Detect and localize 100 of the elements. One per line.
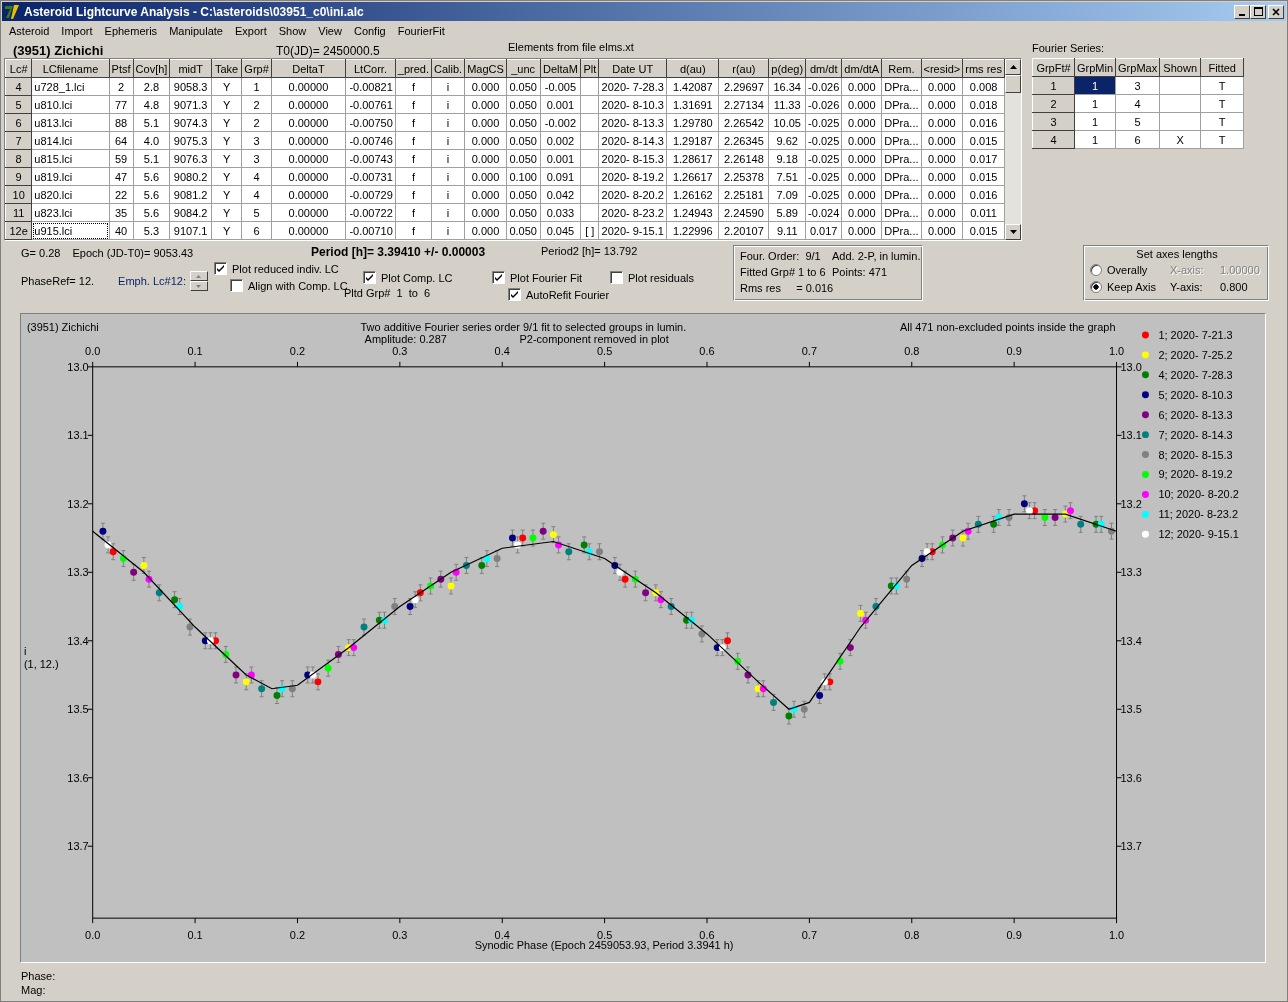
column-header[interactable]: <resid> <box>921 59 963 78</box>
point <box>1026 507 1034 515</box>
table-cell: 2020- 7-28.3 <box>598 77 667 96</box>
minimize-button[interactable] <box>1234 4 1250 19</box>
minimize-icon <box>1239 13 1245 16</box>
table-cell: 16.34 <box>768 77 806 96</box>
period-value: Period [h]= 3.39410 +/- 0.00003 <box>311 245 487 261</box>
column-header[interactable]: GrpMin <box>1074 58 1116 77</box>
fit-info-text: Four. Order: 9/1 <box>740 250 822 264</box>
column-header[interactable]: Date UT <box>598 59 667 78</box>
x-tick-label: 0.5 <box>597 929 613 942</box>
column-header[interactable]: Rem. <box>881 59 921 78</box>
table-cell: -0.025 <box>805 149 842 168</box>
menu-item[interactable]: Asteroid <box>3 23 56 39</box>
column-header[interactable]: Ptsf <box>109 59 133 78</box>
menu-item[interactable]: Ephemeris <box>98 23 164 39</box>
table-cell: 0.000 <box>921 113 963 132</box>
column-header[interactable]: Cov[h] <box>133 59 170 78</box>
menu-item[interactable]: Show <box>272 23 313 39</box>
column-header[interactable]: Fitted <box>1200 58 1244 77</box>
radio-indicator[interactable] <box>1090 264 1102 276</box>
data-point <box>667 598 675 615</box>
column-header[interactable]: rms res <box>962 59 1005 78</box>
table-cell[interactable]: 1 <box>1074 94 1116 113</box>
column-header[interactable]: MagCS <box>464 59 507 78</box>
table-cell: 1.42087 <box>666 77 719 96</box>
radio-button[interactable]: Overally <box>1090 262 1170 278</box>
scroll-up-icon[interactable] <box>1005 59 1021 75</box>
checkbox[interactable]: Plot residuals <box>610 270 695 285</box>
point <box>1041 514 1049 521</box>
column-header[interactable]: GrpFt# <box>1032 58 1075 77</box>
radio-button[interactable]: Keep Axis <box>1090 279 1170 295</box>
table-cell[interactable]: 1 <box>1074 112 1116 131</box>
point <box>539 527 547 535</box>
data-point <box>119 550 127 568</box>
column-header[interactable]: LtCorr. <box>345 59 396 78</box>
radio-indicator[interactable] <box>1090 281 1102 293</box>
table-cell: 9084.2 <box>169 203 212 222</box>
column-header[interactable]: Take <box>211 59 242 78</box>
vertical-scrollbar[interactable] <box>1005 59 1021 240</box>
column-header[interactable]: _unc <box>506 59 541 78</box>
column-header[interactable]: r(au) <box>718 59 769 78</box>
column-header[interactable]: d(au) <box>666 59 719 78</box>
column-header[interactable]: midT <box>169 59 212 78</box>
column-header[interactable]: Shown <box>1159 58 1201 77</box>
column-header[interactable]: GrpMax <box>1115 58 1160 77</box>
table-cell: 0.000 <box>841 185 882 204</box>
table-cell: i <box>431 95 465 114</box>
data-point <box>872 598 880 615</box>
axis-value[interactable]: 0.800 <box>1220 281 1264 293</box>
column-header[interactable]: Lc# <box>5 59 32 78</box>
table-cell: 6 <box>1115 130 1160 149</box>
menu-item[interactable]: Export <box>228 23 273 39</box>
scroll-thumb[interactable] <box>1005 75 1021 93</box>
checkbox[interactable]: Plot reduced indiv. LC <box>214 261 344 276</box>
menu-item[interactable]: FourierFit <box>391 23 451 39</box>
data-point <box>334 646 342 663</box>
table-cell: 9058.3 <box>169 77 212 96</box>
column-header[interactable]: Calib. <box>431 59 465 78</box>
scroll-down-icon[interactable] <box>1005 224 1021 240</box>
column-header[interactable]: dm/dtA <box>841 59 882 78</box>
y-tick-label: 13.3 <box>1120 566 1142 579</box>
phase-ref: PhaseRef= 12. <box>21 275 95 287</box>
column-header[interactable]: dm/dt <box>805 59 842 78</box>
table-cell: 0.000 <box>841 167 882 186</box>
table-cell[interactable]: 1 <box>1074 130 1116 149</box>
checkbox[interactable]: AutoRefit Fourier <box>508 287 610 302</box>
column-header[interactable]: _pred. <box>395 59 432 78</box>
checkbox[interactable]: Plot Comp. LC <box>363 270 453 285</box>
maximize-button[interactable] <box>1250 4 1266 19</box>
x-tick-label: 0.5 <box>597 344 613 357</box>
menu-item[interactable]: Import <box>55 23 99 39</box>
table-cell: 0.000 <box>841 131 882 150</box>
table-cell: 4.0 <box>133 131 170 150</box>
close-button[interactable] <box>1268 4 1284 19</box>
table-cell: 2.25181 <box>718 185 769 204</box>
x-tick-label: 0.2 <box>289 929 306 942</box>
y-axis-note: (1, 12.) <box>23 657 59 670</box>
y-tick-label: 13.6 <box>67 771 89 784</box>
column-header[interactable]: Grp# <box>241 59 272 78</box>
checkbox[interactable]: Plot Fourier Fit <box>492 270 610 285</box>
column-header[interactable]: p(deg) <box>768 59 806 78</box>
legend-label: 7; 2020- 8-14.3 <box>1158 428 1233 441</box>
column-header[interactable]: DeltaM <box>540 59 581 78</box>
legend-label: 9; 2020- 8-19.2 <box>1158 468 1233 481</box>
point <box>186 623 194 631</box>
column-header[interactable]: LCfilename <box>31 59 110 78</box>
x-tick-label: 0.4 <box>494 929 510 942</box>
menu-item[interactable]: Config <box>347 23 392 39</box>
table-cell: 2 <box>241 95 272 114</box>
axis-value: 1.00000 <box>1220 264 1261 276</box>
menu-item[interactable]: View <box>312 23 348 39</box>
menu-item[interactable]: Manipulate <box>163 23 229 39</box>
column-header[interactable]: DeltaT <box>271 59 346 78</box>
table-cell: 7.51 <box>768 167 806 186</box>
spin-button[interactable] <box>189 271 208 291</box>
table-cell: 2020- 9-15.1 <box>598 221 667 240</box>
y-tick-label: 13.2 <box>67 497 89 510</box>
table-cell: 2.8 <box>133 77 170 96</box>
x-tick-label: 0.1 <box>187 344 203 357</box>
